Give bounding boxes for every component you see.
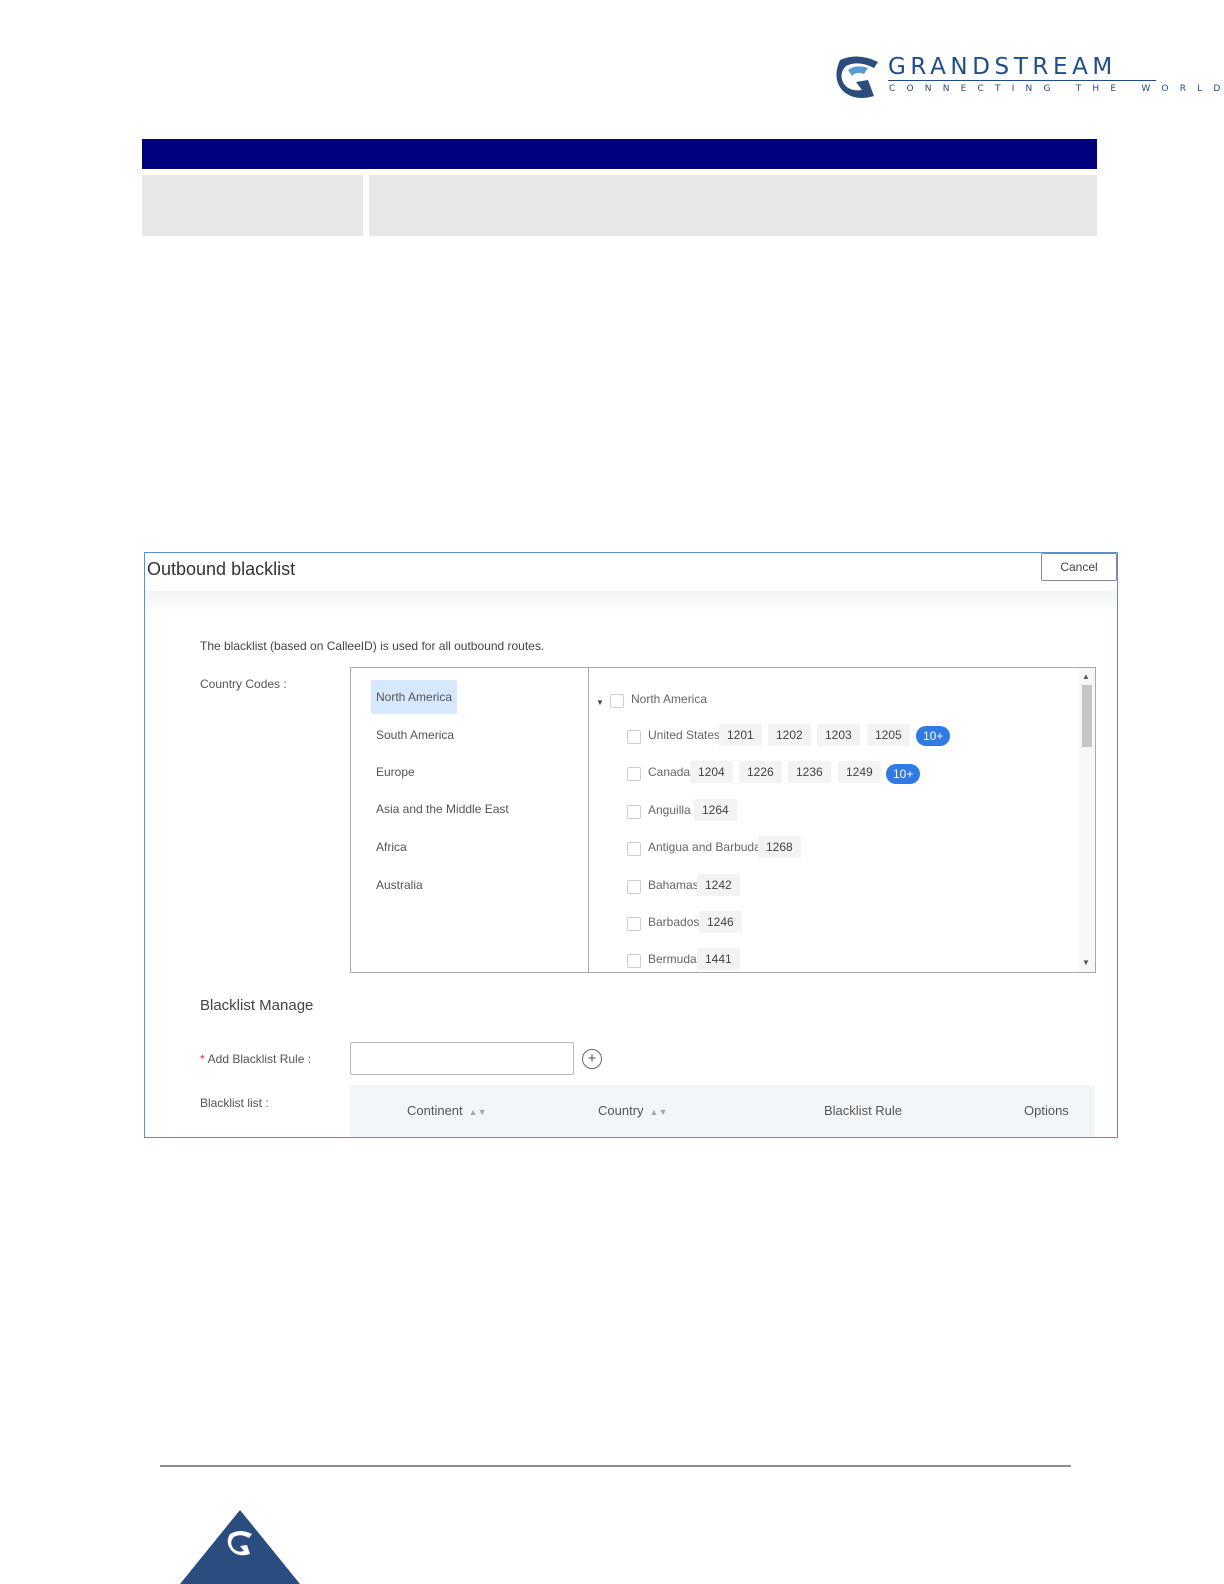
- continent-south-america[interactable]: South America: [371, 718, 459, 752]
- grandstream-logo: GRANDSTREAM CONNECTING THE WORLD: [834, 52, 1220, 102]
- code-chip: 1441: [697, 948, 740, 970]
- column-blacklist-rule: Blacklist Rule: [824, 1103, 903, 1118]
- more-codes-badge[interactable]: 10+: [886, 764, 921, 784]
- country-name: Anguilla: [648, 803, 691, 817]
- code-chip: 1226: [739, 761, 782, 783]
- add-circle-icon[interactable]: +: [582, 1049, 602, 1069]
- blacklist-rule-input[interactable]: [350, 1042, 574, 1075]
- dialog-description: The blacklist (based on CalleeID) is use…: [200, 639, 545, 653]
- tree-scrollbar[interactable]: ▲ ▼: [1079, 668, 1095, 972]
- more-codes-badge[interactable]: 10+: [916, 726, 951, 746]
- country-name: Barbados: [648, 915, 700, 929]
- code-chip: 1246: [699, 911, 742, 933]
- blacklist-manage-title: Blacklist Manage: [200, 997, 314, 1014]
- code-chip: 1242: [697, 874, 740, 896]
- continent-north-america[interactable]: North America: [371, 680, 458, 714]
- code-chip: 1268: [758, 836, 801, 858]
- scroll-thumb[interactable]: [1082, 685, 1092, 747]
- code-chip: 1205: [867, 724, 910, 746]
- country-name: Canada: [648, 765, 691, 779]
- blacklist-list-label: Blacklist list :: [200, 1096, 269, 1110]
- scroll-down-arrow-icon[interactable]: ▼: [1082, 958, 1090, 967]
- checkbox-country[interactable]: [627, 880, 641, 894]
- code-chip: 1264: [694, 799, 737, 821]
- sort-icon[interactable]: ▲▼: [469, 1107, 487, 1117]
- code-chip: 1236: [788, 761, 831, 783]
- tree-group-label: North America: [631, 692, 708, 706]
- add-rule-label-text: Add Blacklist Rule :: [207, 1052, 312, 1066]
- table-cell-value: [369, 175, 1097, 236]
- checkbox-country[interactable]: [627, 954, 641, 968]
- column-continent[interactable]: Continent ▲▼: [407, 1103, 486, 1118]
- continent-europe[interactable]: Europe: [371, 755, 420, 789]
- code-chip: 1249: [838, 761, 881, 783]
- caret-down-icon[interactable]: ▼: [596, 698, 604, 707]
- checkbox-country[interactable]: [627, 805, 641, 819]
- column-continent-label: Continent: [407, 1103, 463, 1118]
- code-chip: 1204: [690, 761, 733, 783]
- checkbox-country[interactable]: [627, 730, 641, 744]
- continent-africa[interactable]: Africa: [371, 830, 412, 864]
- country-name: Bahamas: [648, 878, 699, 892]
- checkbox-country[interactable]: [627, 767, 641, 781]
- brand-tagline: CONNECTING THE WORLD: [889, 84, 1224, 94]
- code-chip: 1202: [768, 724, 811, 746]
- dialog-title: Outbound blacklist: [147, 559, 296, 579]
- brand-divider: [888, 80, 1156, 81]
- header-shadow: [145, 591, 1117, 609]
- panel-divider: [588, 668, 589, 972]
- grandstream-logo-icon: [836, 56, 878, 98]
- country-name: United States: [648, 728, 721, 742]
- continent-australia[interactable]: Australia: [371, 868, 428, 902]
- cancel-button[interactable]: Cancel: [1041, 553, 1117, 581]
- scroll-up-arrow-icon[interactable]: ▲: [1082, 672, 1090, 681]
- checkbox-country[interactable]: [627, 842, 641, 856]
- checkbox-north-america[interactable]: [610, 694, 624, 708]
- add-rule-label: * Add Blacklist Rule :: [200, 1052, 311, 1066]
- continent-asia-middle-east[interactable]: Asia and the Middle East: [371, 792, 514, 826]
- required-mark: *: [200, 1052, 205, 1066]
- country-name: Antigua and Barbuda: [648, 840, 761, 854]
- column-options: Options: [1024, 1103, 1069, 1118]
- sort-icon[interactable]: ▲▼: [650, 1107, 668, 1117]
- brand-wordmark: GRANDSTREAM: [888, 54, 1117, 80]
- table-header-band: [142, 139, 1097, 169]
- checkbox-country[interactable]: [627, 917, 641, 931]
- grandstream-footer-icon: [227, 1531, 252, 1556]
- column-country[interactable]: Country ▲▼: [598, 1103, 667, 1118]
- country-codes-label: Country Codes :: [200, 677, 287, 691]
- column-country-label: Country: [598, 1103, 644, 1118]
- country-name: Bermuda: [648, 952, 697, 966]
- blacklist-table-header: Continent ▲▼ Country ▲▼ Blacklist Rule Opt…: [350, 1085, 1095, 1137]
- country-codes-selector: North America South America Europe Asia …: [350, 667, 1096, 973]
- outbound-blacklist-dialog: Outbound blacklist Cancel The blacklist …: [144, 552, 1118, 1138]
- code-chip: 1203: [817, 724, 860, 746]
- code-chip: 1201: [719, 724, 762, 746]
- table-cell-label: [142, 175, 363, 236]
- footer-divider: [160, 1465, 1071, 1467]
